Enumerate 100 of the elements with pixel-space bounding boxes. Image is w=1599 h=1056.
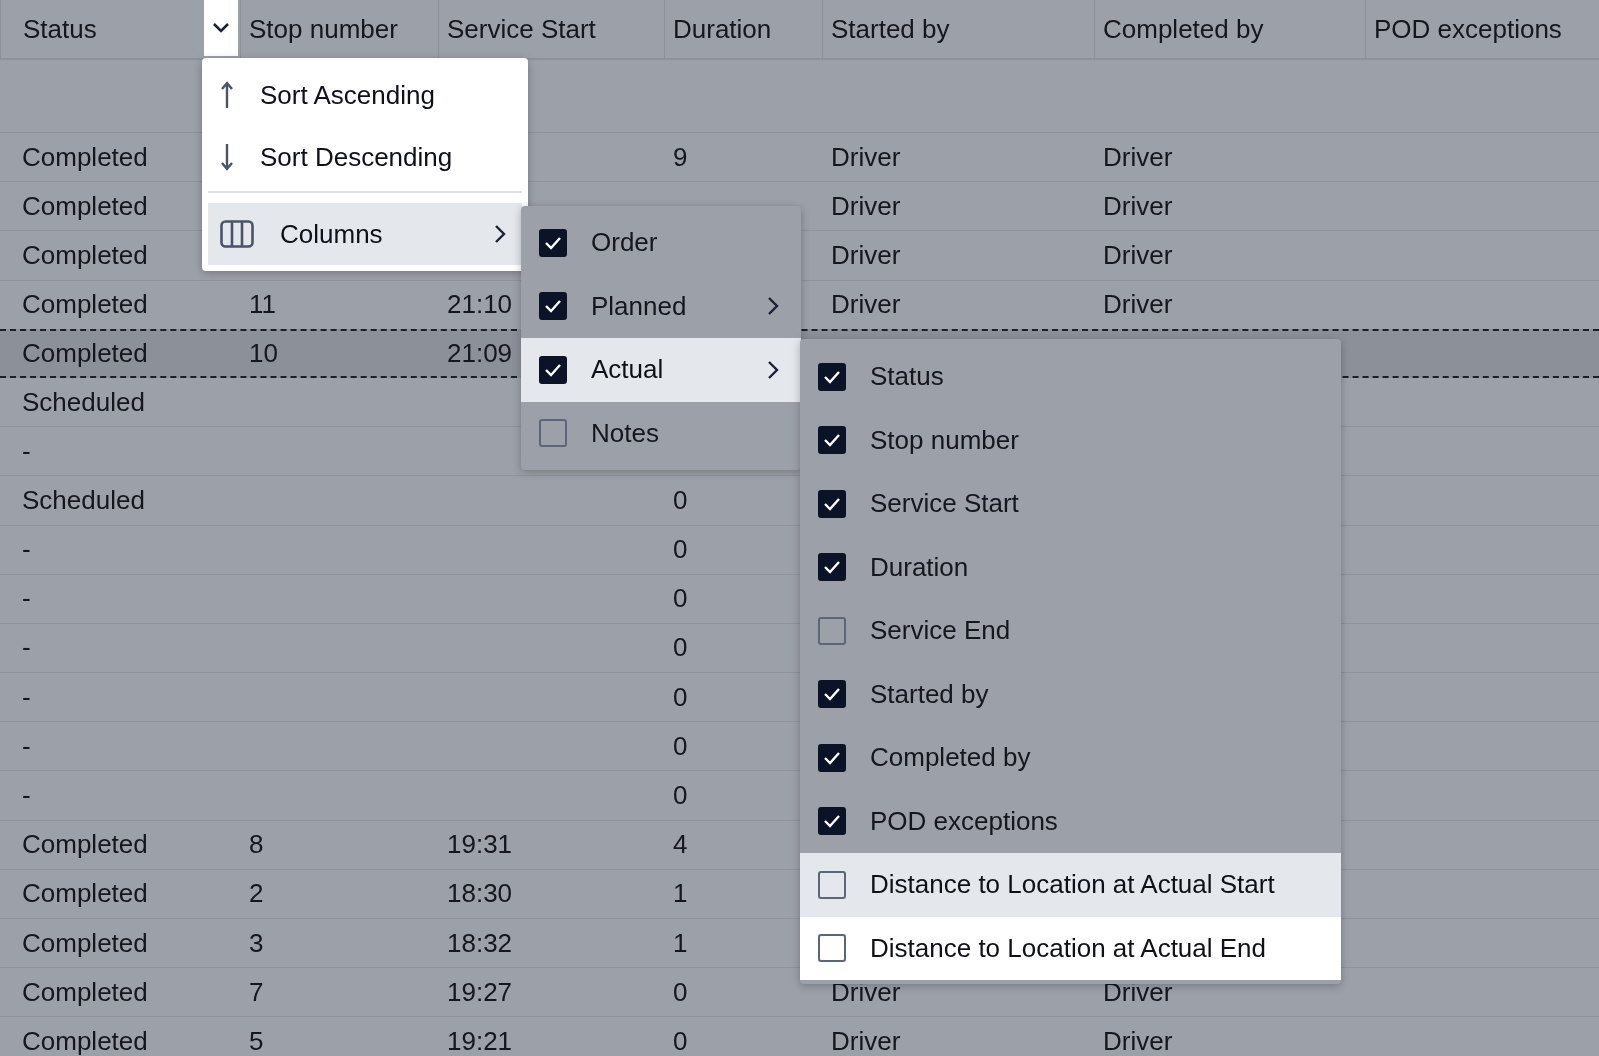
- table-cell: 9: [673, 141, 688, 173]
- table-cell: -: [22, 681, 31, 713]
- table-cell: 11: [249, 289, 276, 321]
- table-cell: Completed: [22, 829, 148, 861]
- arrow-up-icon: [220, 80, 234, 110]
- column-header[interactable]: Service Start: [447, 13, 596, 45]
- column-header[interactable]: Completed by: [1103, 13, 1264, 45]
- checkbox[interactable]: [539, 419, 567, 448]
- table-cell: Driver: [831, 141, 901, 173]
- table-cell: 21:09: [447, 337, 513, 369]
- table-cell: Driver: [831, 1025, 901, 1056]
- table-cell: -: [22, 534, 31, 566]
- menu-item[interactable]: Duration: [800, 535, 1341, 599]
- menu-item[interactable]: Distance to Location at Actual Start: [800, 853, 1341, 917]
- menu-item[interactable]: Order: [521, 211, 801, 275]
- table-cell: 0: [673, 484, 688, 516]
- table-cell: 0: [673, 976, 688, 1008]
- table-cell: 18:30: [447, 878, 513, 910]
- arrow-down-icon: [220, 142, 234, 172]
- table-cell: Driver: [831, 190, 901, 222]
- table-cell: 19:27: [447, 976, 513, 1008]
- table-cell: Completed: [22, 927, 148, 959]
- checkbox[interactable]: [818, 426, 846, 455]
- table-cell: Scheduled: [22, 484, 145, 516]
- table-cell: 7: [249, 976, 264, 1008]
- table-cell: 4: [673, 829, 688, 861]
- table-cell: 0: [673, 681, 688, 713]
- table-cell: 0: [673, 534, 688, 566]
- checkbox[interactable]: [818, 680, 846, 709]
- table-cell: Completed: [22, 190, 148, 222]
- menu-item[interactable]: Columns: [208, 203, 522, 265]
- columns-icon: [220, 220, 254, 248]
- table-cell: 3: [249, 927, 264, 959]
- chevron-down-icon: [212, 22, 230, 34]
- menu-item[interactable]: Actual: [521, 338, 801, 402]
- table-cell: Scheduled: [22, 386, 145, 418]
- table-cell: -: [22, 730, 31, 762]
- table-cell: Driver: [1103, 1025, 1173, 1056]
- checkbox[interactable]: [818, 616, 846, 645]
- table-cell: 19:21: [447, 1025, 513, 1056]
- table-cell: Completed: [22, 289, 148, 321]
- table-cell: 8: [249, 829, 264, 861]
- column-header[interactable]: POD exceptions: [1374, 13, 1562, 45]
- checkbox[interactable]: [818, 362, 846, 391]
- table-cell: Driver: [1103, 239, 1173, 271]
- menu-item[interactable]: Stop number: [800, 408, 1341, 472]
- checkbox[interactable]: [818, 870, 846, 899]
- menu-item[interactable]: POD exceptions: [800, 789, 1341, 853]
- column-header[interactable]: Status: [23, 13, 97, 45]
- table-cell: Completed: [22, 239, 148, 271]
- menu-item[interactable]: Distance to Location at Actual End: [800, 916, 1341, 980]
- table-cell: -: [22, 435, 31, 467]
- checkbox[interactable]: [818, 743, 846, 772]
- table-cell: 2: [249, 878, 264, 910]
- menu-item[interactable]: Service Start: [800, 472, 1341, 536]
- checkbox[interactable]: [818, 553, 846, 582]
- table-cell: 21:10: [447, 289, 513, 321]
- table-cell: Driver: [831, 239, 901, 271]
- checkbox[interactable]: [818, 934, 846, 963]
- checkbox[interactable]: [818, 807, 846, 836]
- checkbox[interactable]: [539, 228, 567, 257]
- checkmark-icon: [822, 813, 842, 830]
- table-cell: -: [22, 780, 31, 812]
- table-cell: Driver: [831, 289, 901, 321]
- checkmark-icon: [822, 686, 842, 703]
- chevron-right-icon: [494, 224, 506, 244]
- table-cell: 0: [673, 583, 688, 615]
- checkbox[interactable]: [818, 489, 846, 518]
- checkmark-icon: [822, 432, 842, 449]
- table-cell: 10: [249, 337, 278, 369]
- checkmark-icon: [822, 559, 842, 576]
- menu-item[interactable]: Status: [800, 345, 1341, 409]
- table-cell: Completed: [22, 878, 148, 910]
- checkbox[interactable]: [539, 355, 567, 384]
- column-menu-button[interactable]: [204, 0, 238, 56]
- table-cell: Completed: [22, 337, 148, 369]
- menu-item[interactable]: Started by: [800, 662, 1341, 726]
- table-cell: Driver: [1103, 141, 1173, 173]
- table-cell: 1: [673, 878, 688, 910]
- column-header[interactable]: Started by: [831, 13, 950, 45]
- table-cell: 0: [673, 1025, 688, 1056]
- table-cell: Completed: [22, 976, 148, 1008]
- table-cell: -: [22, 583, 31, 615]
- menu-item[interactable]: Planned: [521, 274, 801, 338]
- table-cell: 19:31: [447, 829, 513, 861]
- table-row[interactable]: Completed 5 19:21 0 Driver Driver: [0, 1017, 1599, 1056]
- table-cell: 18:32: [447, 927, 513, 959]
- checkmark-icon: [543, 298, 563, 315]
- table-cell: 0: [673, 780, 688, 812]
- column-header[interactable]: Duration: [673, 13, 772, 45]
- menu-item[interactable]: Service End: [800, 599, 1341, 663]
- table-cell: Driver: [1103, 289, 1173, 321]
- table-cell: Completed: [22, 141, 148, 173]
- table-cell: 1: [673, 927, 688, 959]
- table-cell: Driver: [1103, 190, 1173, 222]
- column-header[interactable]: Stop number: [249, 13, 398, 45]
- checkbox[interactable]: [539, 292, 567, 321]
- table-cell: Completed: [22, 1025, 148, 1056]
- table-cell: 0: [673, 730, 688, 762]
- menu-item[interactable]: Completed by: [800, 726, 1341, 790]
